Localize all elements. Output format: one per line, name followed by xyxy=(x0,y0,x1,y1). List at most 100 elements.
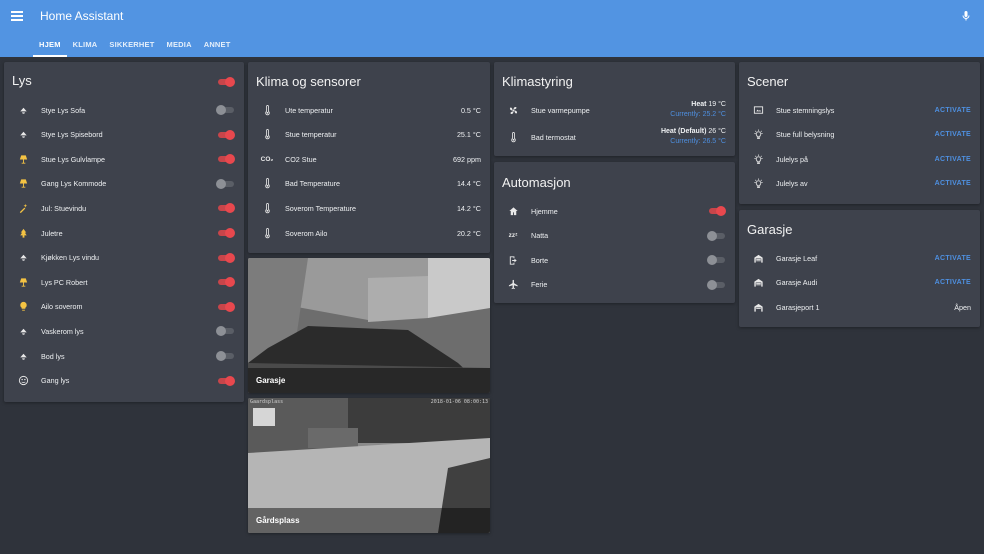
entity-row[interactable]: Kjøkken Lys vindu xyxy=(4,246,244,270)
card-title: Klimastyring xyxy=(502,74,573,89)
entity-toggle[interactable] xyxy=(216,351,235,361)
entity-row[interactable]: Stue varmepumpe Heat 19 °C Currently: 25.2… xyxy=(494,98,735,122)
entity-row[interactable]: Gang lys xyxy=(4,369,244,393)
entity-row[interactable]: Stue full belysning ACTIVATE xyxy=(739,123,980,147)
entity-row[interactable]: Stue stemningslys ACTIVATE xyxy=(739,98,980,122)
entity-row[interactable]: Ailo soverom xyxy=(4,295,244,319)
entity-name: Stue full belysning xyxy=(776,130,835,140)
entity-toggle[interactable] xyxy=(707,255,726,266)
entity-row[interactable]: Bod lys xyxy=(4,344,244,368)
entity-toggle[interactable] xyxy=(216,228,235,238)
microphone-icon[interactable] xyxy=(960,9,972,23)
automasjon-card: Automasjon Hjemme zzᶻ Natta Borte Ferie xyxy=(494,162,735,303)
ceiling-light-icon xyxy=(19,253,27,261)
card-title: Lys xyxy=(12,73,32,88)
thermometer-icon xyxy=(264,178,270,189)
activate-button[interactable]: ACTIVATE xyxy=(935,255,971,262)
camera-caption: Gårdsplass xyxy=(248,508,490,533)
climate-target: 19 °C xyxy=(708,101,726,108)
tab-klima[interactable]: KLIMA xyxy=(67,36,104,57)
entity-state: 25.1 °C xyxy=(456,130,481,140)
airplane-icon xyxy=(508,280,518,290)
entity-icon-holder xyxy=(751,152,765,166)
entity-row[interactable]: Jul: Stuevindu xyxy=(4,196,244,220)
camera-gardsplass[interactable]: Gaardsplass 2018-01-06 08:00:13 Gårdspla… xyxy=(248,398,490,533)
entity-toggle[interactable] xyxy=(216,203,235,214)
garasje-card: Garasje Garasje Leaf ACTIVATE Garasje Audi… xyxy=(739,210,980,327)
thermometer-icon xyxy=(264,227,270,238)
activate-button[interactable]: ACTIVATE xyxy=(935,279,971,286)
camera-garasje[interactable]: Garasje xyxy=(248,258,490,393)
tab-sikkerhet[interactable]: SIKKERHET xyxy=(103,36,160,57)
entity-icon-holder xyxy=(16,177,30,191)
entity-row[interactable]: Stye Lys Sofa xyxy=(4,98,244,122)
camera-timestamp: 2018-01-06 08:00:13 xyxy=(430,399,488,405)
app-title: Home Assistant xyxy=(40,9,124,23)
entity-toggle[interactable] xyxy=(216,252,235,263)
entity-toggle[interactable] xyxy=(216,154,235,165)
star-wand-icon xyxy=(19,203,27,213)
entity-icon-holder xyxy=(751,251,765,265)
entity-row[interactable]: Soverom Temperature 14.2 °C xyxy=(248,196,490,220)
entity-icon-holder xyxy=(506,278,520,292)
klima-card: Klima og sensorer Ute temperatur 0.5 °C St… xyxy=(248,62,490,253)
entity-row[interactable]: Garasje Audi ACTIVATE xyxy=(739,271,980,295)
activate-button[interactable]: ACTIVATE xyxy=(935,107,971,114)
entity-state: 692 ppm xyxy=(453,154,481,164)
entity-toggle[interactable] xyxy=(707,230,726,241)
entity-row[interactable]: Stye Lys Spisebord xyxy=(4,123,244,147)
entity-row[interactable]: Ute temperatur 0.5 °C xyxy=(248,98,490,122)
entity-toggle[interactable] xyxy=(216,178,235,189)
entity-toggle[interactable] xyxy=(707,206,726,216)
lys-master-toggle[interactable] xyxy=(216,77,235,87)
climate-state: Heat 19 °C Currently: 25.2 °C xyxy=(670,100,726,120)
entity-row[interactable]: Hjemme xyxy=(494,199,735,223)
entity-row[interactable]: Ferie xyxy=(494,273,735,297)
entity-name: Ferie xyxy=(531,280,548,290)
entity-toggle[interactable] xyxy=(216,326,235,337)
activate-button[interactable]: ACTIVATE xyxy=(935,131,971,138)
tab-media[interactable]: MEDIA xyxy=(161,36,198,57)
ceiling-light-icon xyxy=(19,351,27,360)
entity-row[interactable]: Borte xyxy=(494,248,735,272)
tab-hjem[interactable]: HJEM xyxy=(33,36,67,57)
entity-toggle[interactable] xyxy=(216,129,235,140)
entity-toggle[interactable] xyxy=(216,277,235,288)
entity-row[interactable]: Juletre xyxy=(4,221,244,245)
entity-name: Borte xyxy=(531,255,549,265)
garage-open-icon xyxy=(753,303,763,312)
entity-icon-holder xyxy=(751,103,765,117)
entity-icon-holder xyxy=(506,130,520,144)
entity-toggle[interactable] xyxy=(707,279,726,290)
entity-row[interactable]: Bad termostat Heat (Default) 26 °C Current… xyxy=(494,125,735,149)
entity-icon-holder xyxy=(751,276,765,290)
activate-button[interactable]: ACTIVATE xyxy=(935,156,971,163)
entity-row[interactable]: Julelys av ACTIVATE xyxy=(739,172,980,196)
entity-name: Stue stemningslys xyxy=(776,105,835,115)
entity-row[interactable]: Julelys på ACTIVATE xyxy=(739,147,980,171)
entity-toggle[interactable] xyxy=(216,375,235,386)
entity-row[interactable]: Lys PC Robert xyxy=(4,270,244,294)
entity-row[interactable]: Stue Lys Gulvlampe xyxy=(4,147,244,171)
ceiling-light-icon xyxy=(19,105,27,114)
entity-row[interactable]: Bad Temperature 14.4 °C xyxy=(248,172,490,196)
klimastyring-card: Klimastyring Stue varmepumpe Heat 19 °C Cu… xyxy=(494,62,735,156)
entity-row[interactable]: Gang Lys Kommode xyxy=(4,172,244,196)
entity-row[interactable]: Garasjeport 1 Åpen xyxy=(739,295,980,319)
entity-toggle[interactable] xyxy=(216,105,235,115)
thermometer-icon xyxy=(264,202,270,214)
entity-row[interactable]: Stue temperatur 25.1 °C xyxy=(248,123,490,147)
entity-row[interactable]: Soverom Ailo 20.2 °C xyxy=(248,221,490,245)
entity-name: Lys PC Robert xyxy=(41,277,88,287)
entity-row[interactable]: Vaskerom lys xyxy=(4,319,244,343)
entity-row[interactable]: CO₂ CO2 Stue 692 ppm xyxy=(248,147,490,171)
card-title: Klima og sensorer xyxy=(256,74,361,89)
lamp-icon xyxy=(19,179,27,188)
tab-annet[interactable]: ANNET xyxy=(198,36,237,57)
activate-button[interactable]: ACTIVATE xyxy=(935,180,971,187)
entity-name: Gang Lys Kommode xyxy=(41,179,107,189)
hamburger-menu-icon[interactable] xyxy=(11,11,23,21)
entity-row[interactable]: zzᶻ Natta xyxy=(494,224,735,248)
entity-toggle[interactable] xyxy=(216,301,235,312)
entity-row[interactable]: Garasje Leaf ACTIVATE xyxy=(739,246,980,270)
